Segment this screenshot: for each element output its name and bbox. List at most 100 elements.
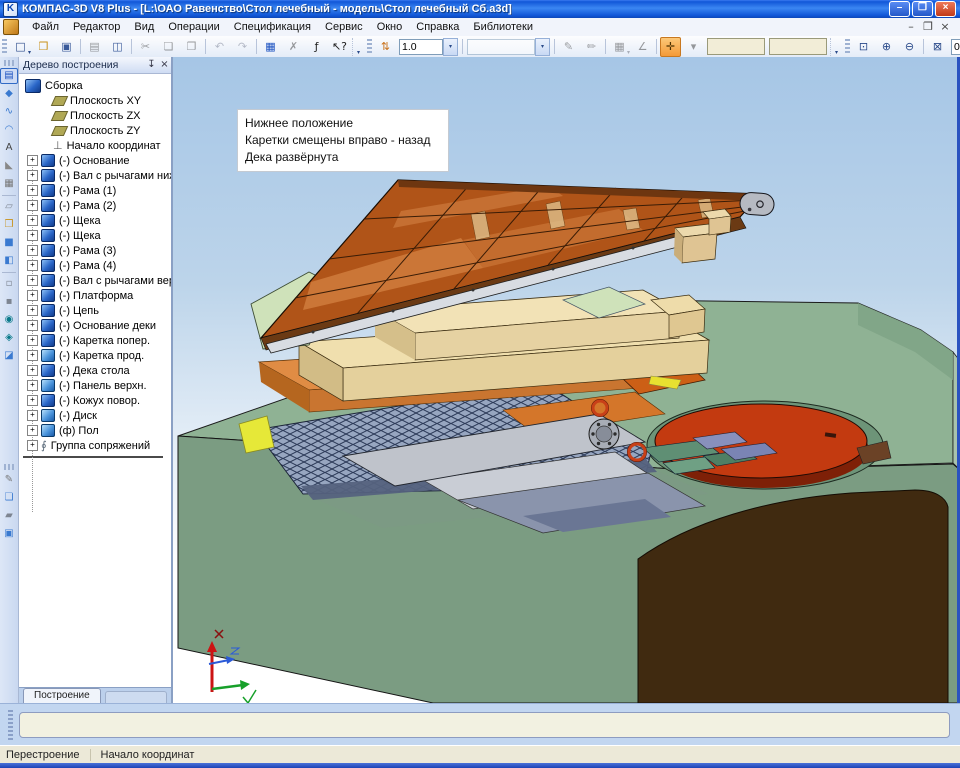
- tree-expand-box[interactable]: +: [27, 260, 38, 271]
- tree-item[interactable]: Сборка: [19, 78, 171, 93]
- tree-item[interactable]: Плоскость ZY: [19, 123, 171, 138]
- service-button[interactable]: ◈: [0, 330, 18, 346]
- web-button[interactable]: ◉: [0, 312, 18, 328]
- tree-item[interactable]: +(-) Кожух повор.: [19, 393, 171, 408]
- snap-toggle-button[interactable]: ✛: [660, 37, 681, 57]
- menu-item-1[interactable]: Редактор: [66, 19, 127, 35]
- variables-button[interactable]: ƒ: [306, 37, 327, 57]
- tree-item[interactable]: +(-) Цепь: [19, 303, 171, 318]
- close-button[interactable]: ×: [935, 1, 956, 17]
- spatial-curves-button[interactable]: ∿: [0, 104, 18, 120]
- properties-button[interactable]: ◧: [0, 253, 18, 269]
- new-document-button[interactable]: □▾: [10, 37, 31, 57]
- coord-y-field-input[interactable]: [769, 38, 827, 55]
- filters-button[interactable]: ▦: [0, 176, 18, 192]
- mdi-restore-button[interactable]: ❐: [921, 21, 935, 33]
- menu-item-2[interactable]: Вид: [127, 19, 161, 35]
- measure-3d-button[interactable]: ◣: [0, 158, 18, 174]
- close-icon[interactable]: ×: [158, 59, 171, 72]
- tree-expand-box[interactable]: +: [27, 305, 38, 316]
- property-bar-handle[interactable]: [8, 710, 13, 740]
- tree-item[interactable]: +(-) Вал с рычагами верхн.: [19, 273, 171, 288]
- tree-item[interactable]: ⊥Начало координат: [19, 138, 171, 153]
- tree-expand-box[interactable]: +: [27, 365, 38, 376]
- menu-item-3[interactable]: Операции: [161, 19, 226, 35]
- open-button[interactable]: ❒: [33, 37, 54, 57]
- sketch-button[interactable]: ✎: [0, 472, 18, 488]
- menu-item-6[interactable]: Окно: [370, 19, 410, 35]
- toolbar-overflow-button[interactable]: ▾: [352, 38, 364, 56]
- tree-expand-box[interactable]: +: [27, 395, 38, 406]
- tree-item[interactable]: +∮Группа сопряжений: [19, 438, 171, 453]
- 3d-viewport[interactable]: Нижнее положение Каретки смещены вправо …: [173, 57, 960, 703]
- tree-item[interactable]: +(ф) Пол: [19, 423, 171, 438]
- save-view-button[interactable]: ▣: [0, 526, 18, 542]
- window-manager-button[interactable]: ▦: [260, 37, 281, 57]
- zoom-scale-combo[interactable]: ▾: [951, 38, 960, 56]
- menu-item-0[interactable]: Файл: [25, 19, 66, 35]
- tree-item[interactable]: Плоскость XY: [19, 93, 171, 108]
- tree-expand-box[interactable]: +: [27, 230, 38, 241]
- tree-item[interactable]: +(-) Каретка прод.: [19, 348, 171, 363]
- zoom-window-button[interactable]: ⊡: [853, 37, 874, 57]
- menu-item-7[interactable]: Справка: [409, 19, 466, 35]
- tree-expand-box[interactable]: +: [27, 350, 38, 361]
- tree-item[interactable]: +(-) Щека: [19, 213, 171, 228]
- tree-toggle-button[interactable]: ▤: [0, 68, 18, 84]
- current-state-combo[interactable]: ▾: [467, 38, 550, 56]
- tree-expand-box[interactable]: +: [27, 410, 38, 421]
- zoom-in-button[interactable]: ⊕: [876, 37, 897, 57]
- toolbar-drag-handle[interactable]: [2, 39, 7, 54]
- current-step-combo[interactable]: ▾: [399, 38, 458, 56]
- tree-expand-box[interactable]: +: [27, 200, 38, 211]
- tree-expand-box[interactable]: +: [27, 170, 38, 181]
- chevron-down-icon[interactable]: ▾: [443, 38, 458, 56]
- collections-button[interactable]: ❏: [0, 490, 18, 506]
- tree-item[interactable]: +(-) Вал с рычагами нижн.: [19, 168, 171, 183]
- tree-expand-box[interactable]: +: [27, 215, 38, 226]
- zoom-scale-combo-input[interactable]: [951, 39, 960, 55]
- coord-x-field-input[interactable]: [707, 38, 765, 55]
- tree-expand-box[interactable]: +: [27, 185, 38, 196]
- mdi-minimize-button[interactable]: –: [904, 21, 918, 33]
- step-updown-button[interactable]: ⇅: [375, 37, 396, 57]
- tab-construction[interactable]: Построение: [23, 688, 101, 703]
- pin-icon[interactable]: ↧: [145, 59, 158, 72]
- menu-item-8[interactable]: Библиотеки: [466, 19, 540, 35]
- chevron-down-icon[interactable]: ▾: [535, 38, 550, 56]
- current-step-combo-input[interactable]: [399, 39, 443, 55]
- coord-x-field[interactable]: [705, 38, 767, 56]
- save-button[interactable]: ▣: [56, 37, 77, 57]
- tree-expand-box[interactable]: +: [27, 275, 38, 286]
- tree-expand-box[interactable]: +: [27, 245, 38, 256]
- edit-part-button[interactable]: ◆: [0, 86, 18, 102]
- library-manager-button[interactable]: ❒: [0, 217, 18, 233]
- tree-item[interactable]: +(-) Рама (4): [19, 258, 171, 273]
- panel-drag-handle[interactable]: [4, 60, 14, 66]
- tree-expand-box[interactable]: +: [27, 425, 38, 436]
- tree-item[interactable]: +(-) Рама (2): [19, 198, 171, 213]
- tree-item[interactable]: +(-) Рама (1): [19, 183, 171, 198]
- current-state-combo-input[interactable]: [467, 39, 535, 55]
- tree-item[interactable]: +(-) Платформа: [19, 288, 171, 303]
- options-button[interactable]: ◪: [0, 348, 18, 364]
- annotations-button[interactable]: A: [0, 140, 18, 156]
- tree-item[interactable]: +(-) Панель верхн.: [19, 378, 171, 393]
- tree-item[interactable]: +(-) Щека: [19, 228, 171, 243]
- print-preview-button[interactable]: ◫: [107, 37, 128, 57]
- tree-expand-box[interactable]: +: [27, 290, 38, 301]
- tree-item[interactable]: +(-) Диск: [19, 408, 171, 423]
- mdi-close-button[interactable]: ×: [938, 21, 952, 33]
- surfaces-button[interactable]: ◠: [0, 122, 18, 138]
- minimize-button[interactable]: –: [889, 1, 910, 17]
- tree-expand-box[interactable]: +: [27, 380, 38, 391]
- tree-expand-box[interactable]: +: [27, 440, 38, 451]
- toolbar-drag-handle[interactable]: [845, 39, 850, 54]
- tree-item[interactable]: +(-) Дека стола: [19, 363, 171, 378]
- tree-expand-box[interactable]: +: [27, 335, 38, 346]
- tree-item[interactable]: +(-) Основание: [19, 153, 171, 168]
- toolbar-overflow-button[interactable]: ▾: [830, 38, 842, 56]
- model-button[interactable]: ■: [0, 235, 18, 251]
- zoom-out-button[interactable]: ⊖: [899, 37, 920, 57]
- tree-expand-box[interactable]: +: [27, 320, 38, 331]
